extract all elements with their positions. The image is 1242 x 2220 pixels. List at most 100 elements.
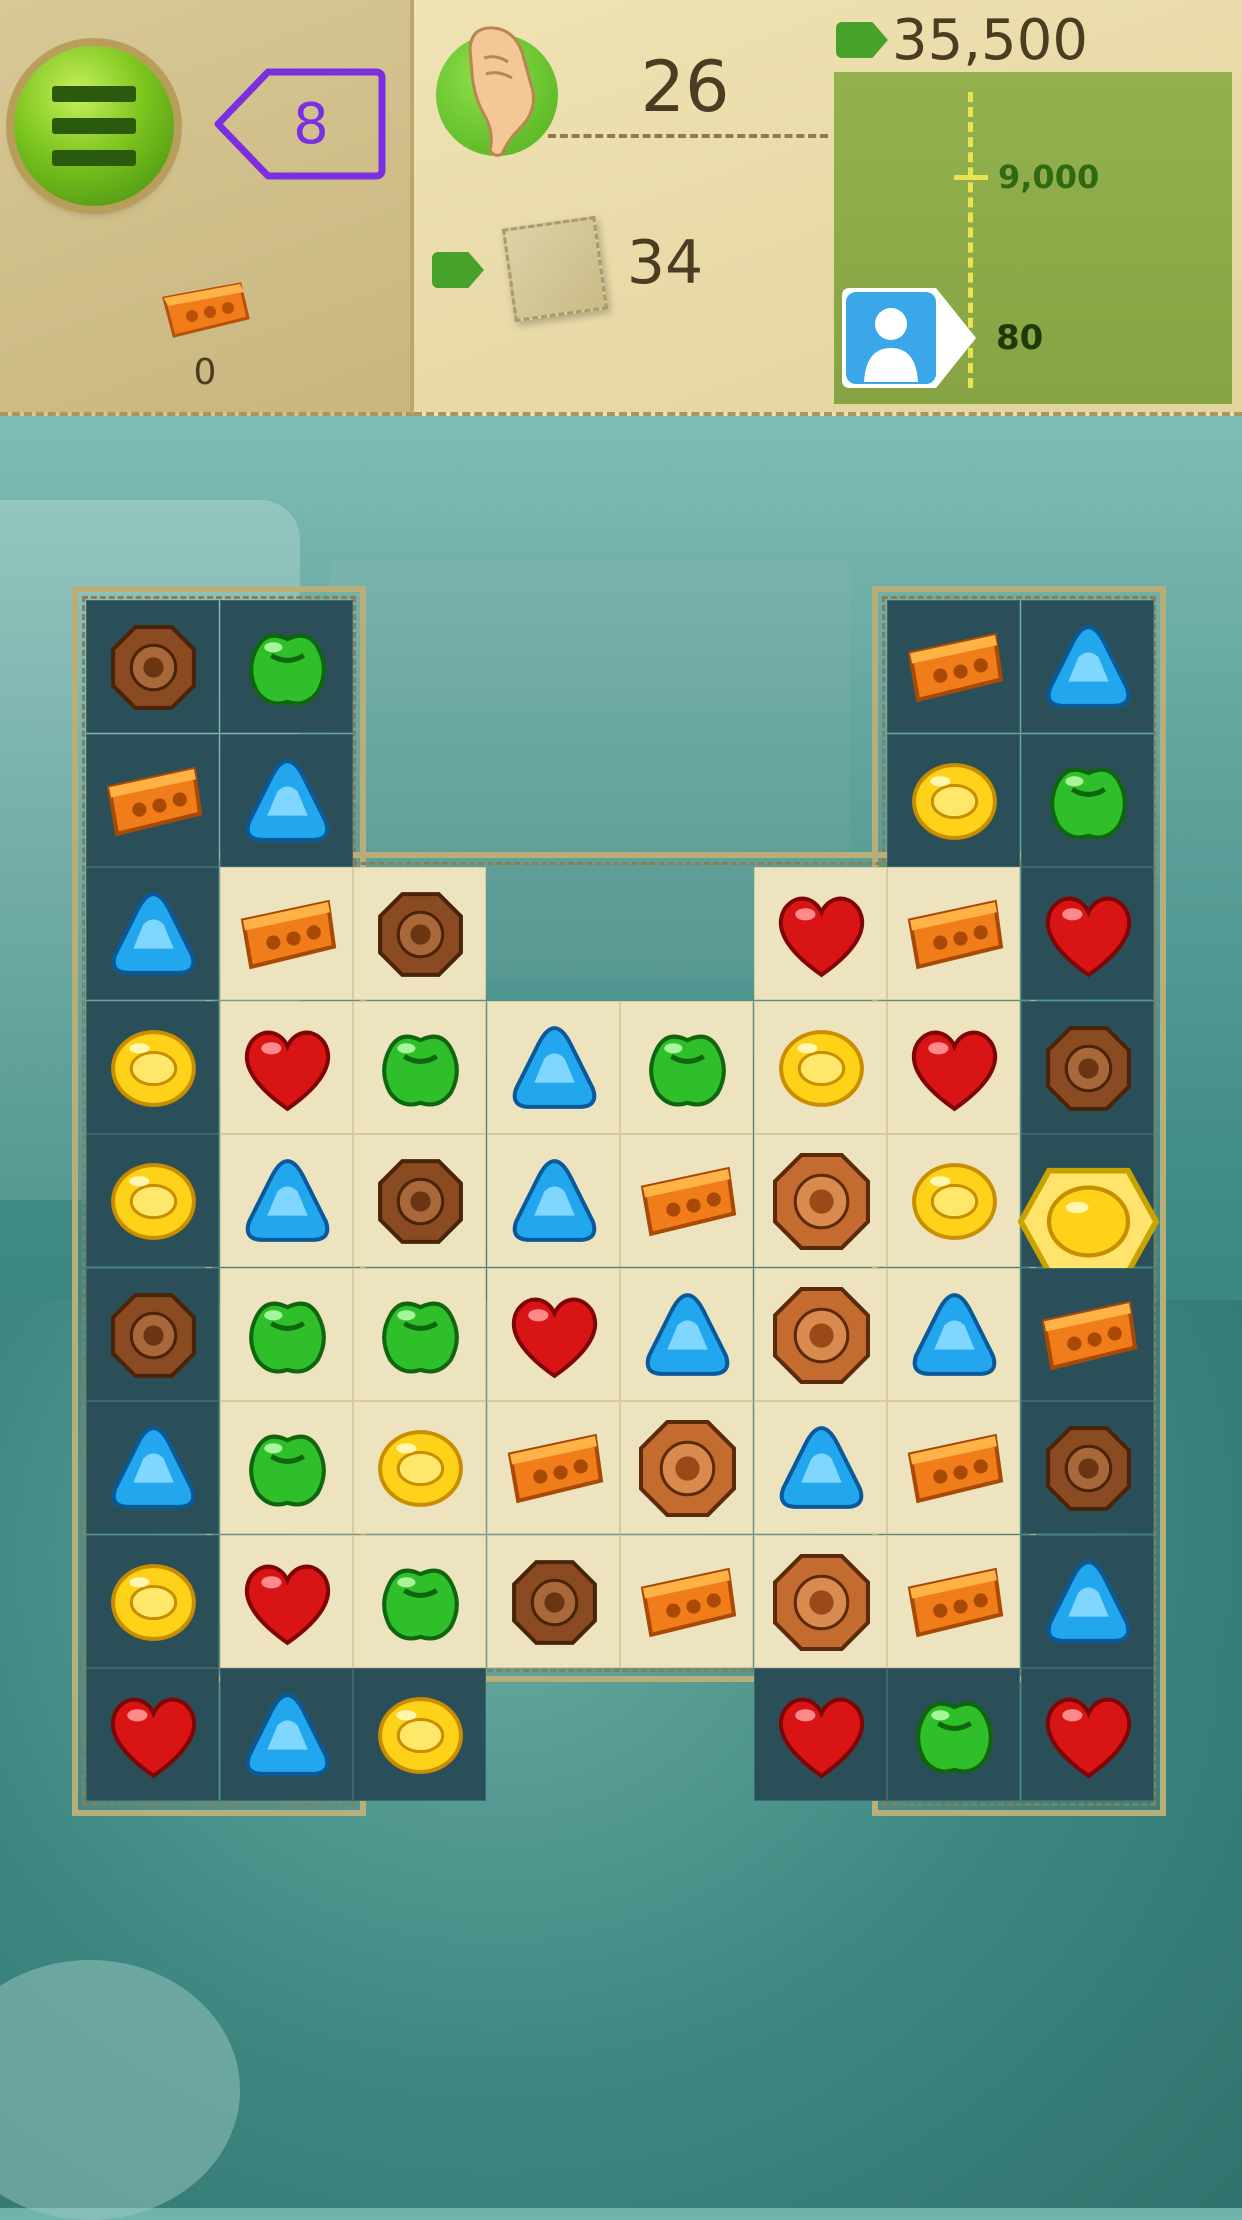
board-cell[interactable] <box>887 1000 1020 1134</box>
board-cell[interactable] <box>219 1267 353 1401</box>
board-cell[interactable] <box>86 1668 219 1801</box>
board-cell[interactable] <box>887 1668 1020 1801</box>
board-cell[interactable] <box>486 1134 620 1267</box>
board-cell[interactable] <box>887 1267 1020 1401</box>
yellow-drop-candy-icon[interactable] <box>904 751 1005 852</box>
board-cell[interactable] <box>353 867 486 1000</box>
board-cell[interactable] <box>753 1534 887 1668</box>
board-cell[interactable] <box>887 1534 1020 1668</box>
brown-button-candy-icon[interactable] <box>1038 1018 1139 1119</box>
board-cell[interactable] <box>1020 1401 1154 1534</box>
board-cell[interactable] <box>86 867 219 1000</box>
green-apple-candy-icon[interactable] <box>370 1018 471 1119</box>
blue-triangle-candy-icon[interactable] <box>103 1418 204 1519</box>
yellow-drop-candy-icon[interactable] <box>103 1018 204 1119</box>
blue-triangle-candy-icon[interactable] <box>637 1285 738 1386</box>
blue-triangle-candy-icon[interactable] <box>103 884 204 985</box>
board-cell[interactable] <box>219 1134 353 1267</box>
board-cell[interactable] <box>219 733 353 867</box>
board-cell[interactable] <box>86 1267 219 1401</box>
board-cell[interactable] <box>887 600 1020 733</box>
red-heart-candy-icon[interactable] <box>1038 1685 1139 1786</box>
board-cell[interactable] <box>620 1000 753 1134</box>
board-cell[interactable] <box>86 1534 219 1668</box>
board-cell[interactable] <box>486 1401 620 1534</box>
board-cell[interactable] <box>753 867 887 1000</box>
board-cell[interactable] <box>219 1668 353 1801</box>
board-cell[interactable] <box>620 1534 753 1668</box>
brown-button-candy-icon[interactable] <box>103 617 204 718</box>
orange-cheese-candy-icon[interactable] <box>637 1151 738 1252</box>
board-cell[interactable] <box>86 1000 219 1134</box>
red-heart-candy-icon[interactable] <box>237 1552 338 1653</box>
blue-triangle-candy-icon[interactable] <box>1038 1552 1139 1653</box>
red-heart-candy-icon[interactable] <box>771 1685 872 1786</box>
large-brown-button-candy-icon[interactable] <box>771 1151 872 1252</box>
red-heart-candy-icon[interactable] <box>1038 884 1139 985</box>
board-cell[interactable] <box>620 1134 753 1267</box>
large-brown-button-candy-icon[interactable] <box>771 1552 872 1653</box>
board-cell[interactable] <box>486 1534 620 1668</box>
yellow-drop-candy-icon[interactable] <box>103 1552 204 1653</box>
orange-cheese-candy-icon[interactable] <box>504 1418 605 1519</box>
board-cell[interactable] <box>753 1000 887 1134</box>
board-cell[interactable] <box>219 867 353 1000</box>
board-cell[interactable] <box>1020 867 1154 1000</box>
board-cell[interactable] <box>353 1134 486 1267</box>
board-cell[interactable] <box>753 1134 887 1267</box>
orange-cheese-candy-icon[interactable] <box>904 1552 1005 1653</box>
board-cell[interactable] <box>887 1134 1020 1267</box>
yellow-drop-candy-icon[interactable] <box>370 1418 471 1519</box>
board-cell[interactable] <box>353 1534 486 1668</box>
blue-triangle-candy-icon[interactable] <box>237 1685 338 1786</box>
board-cell[interactable] <box>486 1267 620 1401</box>
board-cell[interactable] <box>1020 733 1154 867</box>
menu-button[interactable] <box>14 46 174 206</box>
board-cell[interactable] <box>86 1134 219 1267</box>
brown-button-candy-icon[interactable] <box>504 1552 605 1653</box>
board-cell[interactable] <box>353 1267 486 1401</box>
orange-cheese-candy-icon[interactable] <box>637 1552 738 1653</box>
board-cell[interactable] <box>887 1401 1020 1534</box>
orange-cheese-candy-icon[interactable] <box>103 751 204 852</box>
orange-cheese-candy-icon[interactable] <box>904 1418 1005 1519</box>
orange-cheese-candy-icon[interactable] <box>904 884 1005 985</box>
board-cell[interactable] <box>1020 1000 1154 1134</box>
orange-cheese-candy-icon[interactable] <box>1038 1285 1139 1386</box>
green-apple-candy-icon[interactable] <box>1038 751 1139 852</box>
red-heart-candy-icon[interactable] <box>103 1685 204 1786</box>
red-heart-candy-icon[interactable] <box>504 1285 605 1386</box>
board-cell[interactable] <box>219 600 353 733</box>
board-cell[interactable] <box>1020 600 1154 733</box>
orange-cheese-candy-icon[interactable] <box>904 617 1005 718</box>
blue-triangle-candy-icon[interactable] <box>237 751 338 852</box>
board-cell[interactable] <box>219 1534 353 1668</box>
red-heart-candy-icon[interactable] <box>904 1018 1005 1119</box>
blue-triangle-candy-icon[interactable] <box>504 1018 605 1119</box>
brown-button-candy-icon[interactable] <box>370 1151 471 1252</box>
brown-button-candy-icon[interactable] <box>370 884 471 985</box>
board-cell[interactable] <box>1020 1534 1154 1668</box>
board-cell[interactable] <box>620 1267 753 1401</box>
board-cell[interactable] <box>86 1401 219 1534</box>
board-cell[interactable] <box>753 1668 887 1801</box>
board-cell[interactable] <box>1020 1267 1154 1401</box>
board-cell[interactable] <box>353 1668 486 1801</box>
green-apple-candy-icon[interactable] <box>237 1285 338 1386</box>
red-heart-candy-icon[interactable] <box>771 884 872 985</box>
red-heart-candy-icon[interactable] <box>237 1018 338 1119</box>
green-apple-candy-icon[interactable] <box>370 1285 471 1386</box>
board-cell[interactable] <box>1017 1134 1159 1276</box>
board-cell[interactable] <box>86 733 219 867</box>
blue-triangle-candy-icon[interactable] <box>237 1151 338 1252</box>
yellow-gem-candy-icon[interactable] <box>1017 1151 1159 1276</box>
brown-button-candy-icon[interactable] <box>1038 1418 1139 1519</box>
board-cell[interactable] <box>86 600 219 733</box>
yellow-drop-candy-icon[interactable] <box>103 1151 204 1252</box>
blue-triangle-candy-icon[interactable] <box>1038 617 1139 718</box>
board-cell[interactable] <box>620 1401 753 1534</box>
blue-triangle-candy-icon[interactable] <box>904 1285 1005 1386</box>
large-brown-button-candy-icon[interactable] <box>771 1285 872 1386</box>
brown-button-candy-icon[interactable] <box>103 1285 204 1386</box>
board-cell[interactable] <box>1020 1668 1154 1801</box>
